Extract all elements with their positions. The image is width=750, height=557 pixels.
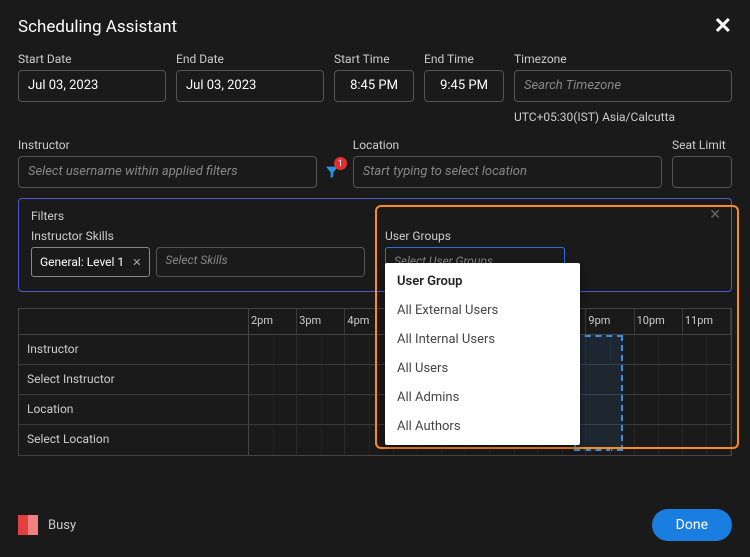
instructor-skills-label: Instructor Skills	[31, 229, 365, 243]
timeline-row-label[interactable]: Select Instructor	[19, 365, 249, 394]
start-date-label: Start Date	[18, 52, 166, 66]
busy-swatch	[18, 515, 38, 535]
seat-limit-label: Seat Limit	[672, 138, 732, 152]
hour-label: 11pm	[683, 309, 731, 334]
end-time-label: End Time	[424, 52, 504, 66]
busy-label: Busy	[48, 518, 76, 533]
hour-label: 9pm	[586, 309, 634, 334]
filters-panel: ✕ Filters Instructor Skills General: Lev…	[18, 198, 732, 292]
filter-badge: 1	[334, 157, 347, 170]
dropdown-item[interactable]: All Authors	[385, 412, 580, 441]
end-date-input[interactable]: Jul 03, 2023	[176, 70, 324, 102]
timeline-corner	[19, 309, 249, 334]
hour-label: 10pm	[635, 309, 683, 334]
hour-label: 3pm	[297, 309, 345, 334]
skills-input[interactable]: Select Skills	[156, 247, 365, 277]
start-time-label: Start Time	[334, 52, 414, 66]
location-input[interactable]: Start typing to select location	[353, 156, 662, 188]
dropdown-header: User Group	[385, 267, 580, 296]
end-date-label: End Date	[176, 52, 324, 66]
start-date-input[interactable]: Jul 03, 2023	[18, 70, 166, 102]
chip-remove-icon[interactable]: ✕	[132, 256, 141, 269]
timeline-row-label: Location	[19, 395, 249, 424]
start-time-input[interactable]: 8:45 PM	[334, 70, 414, 102]
filters-close-icon[interactable]: ✕	[709, 207, 721, 223]
dropdown-item[interactable]: All External Users	[385, 296, 580, 325]
instructor-label: Instructor	[18, 138, 343, 152]
skill-chip-label: General: Level 1	[40, 255, 124, 269]
hour-label: 2pm	[249, 309, 297, 334]
timezone-input[interactable]: Search Timezone	[514, 70, 732, 102]
timeline-row-label: Instructor	[19, 335, 249, 364]
timezone-label: Timezone	[514, 52, 732, 66]
user-groups-dropdown: User Group All External Users All Intern…	[385, 263, 580, 445]
filters-title: Filters	[31, 209, 719, 223]
timezone-note: UTC+05:30(IST) Asia/Calcutta	[514, 110, 732, 124]
close-icon[interactable]: ✕	[714, 16, 732, 38]
dropdown-item[interactable]: All Admins	[385, 383, 580, 412]
filter-icon[interactable]: 1	[321, 161, 343, 183]
end-time-input[interactable]: 9:45 PM	[424, 70, 504, 102]
dropdown-item[interactable]: All Internal Users	[385, 325, 580, 354]
location-label: Location	[353, 138, 662, 152]
seat-limit-input[interactable]	[672, 156, 732, 188]
user-groups-label: User Groups	[385, 229, 719, 243]
done-button[interactable]: Done	[652, 509, 732, 541]
skill-chip[interactable]: General: Level 1 ✕	[31, 247, 150, 277]
timeline-row-label[interactable]: Select Location	[19, 425, 249, 455]
instructor-input[interactable]: Select username within applied filters	[18, 156, 317, 188]
timeline-grid: 2pm 3pm 4pm 5pm 6pm 7pm 8pm 9pm 10pm 11p…	[18, 308, 732, 456]
dropdown-item[interactable]: All Users	[385, 354, 580, 383]
page-title: Scheduling Assistant	[18, 17, 177, 37]
